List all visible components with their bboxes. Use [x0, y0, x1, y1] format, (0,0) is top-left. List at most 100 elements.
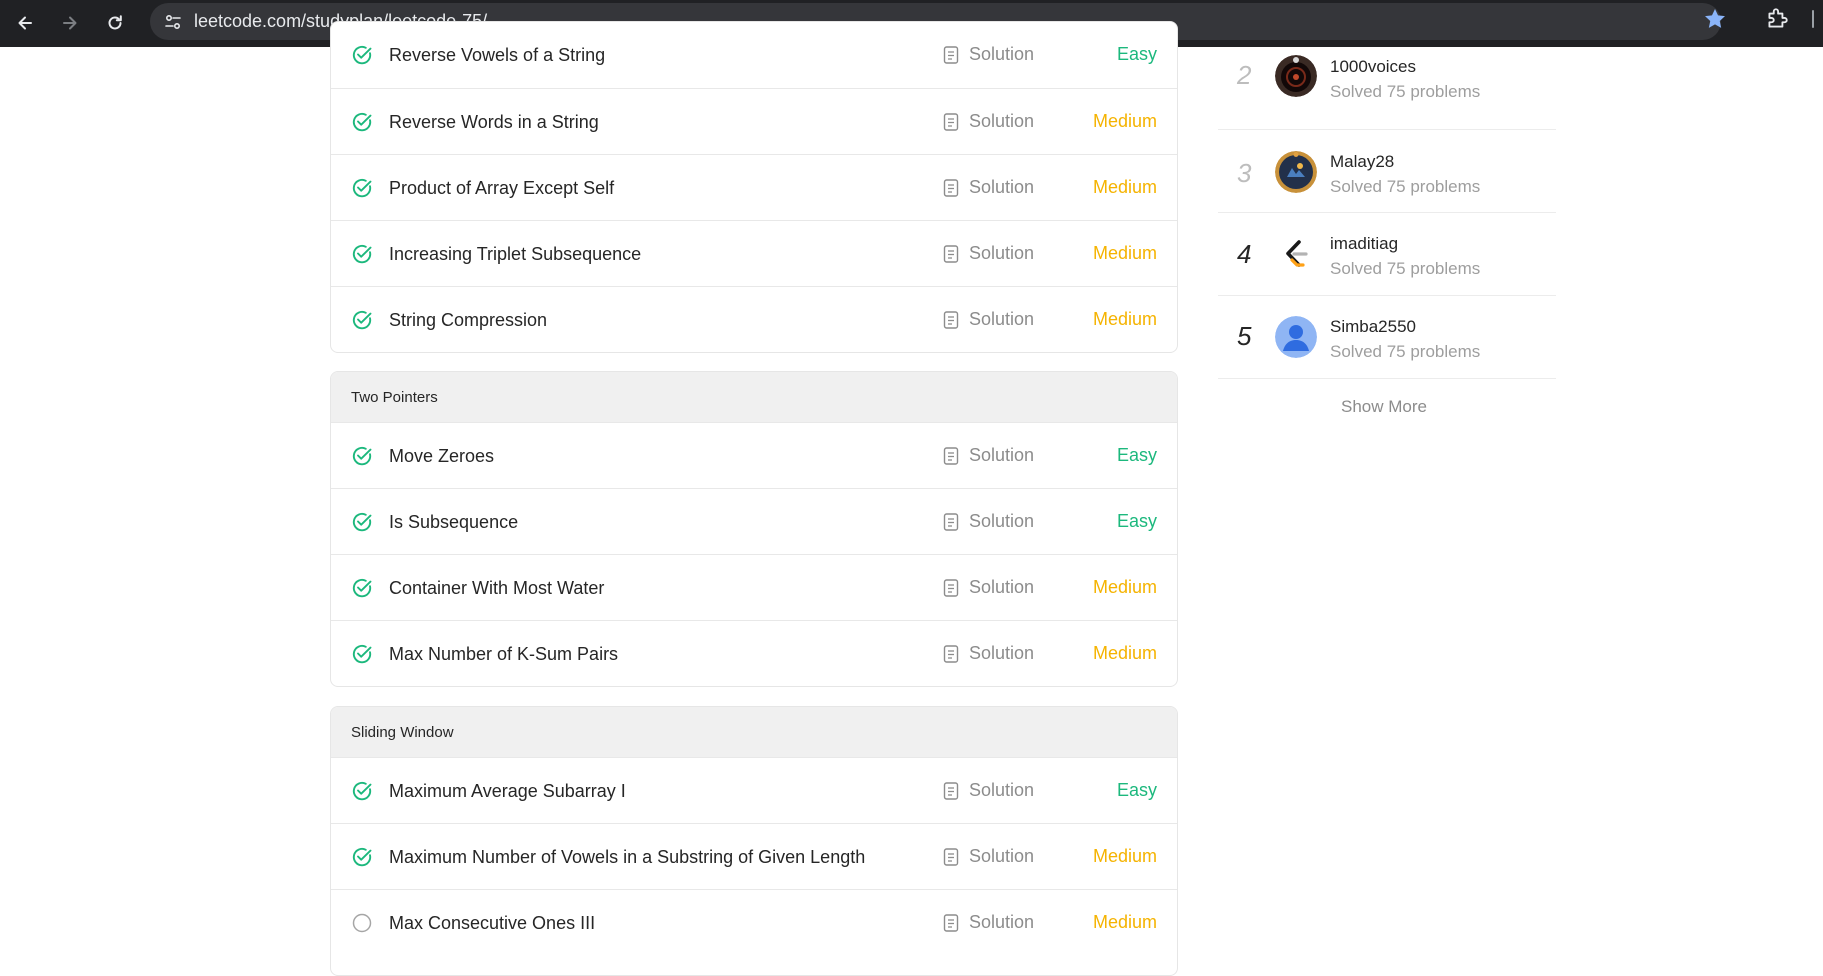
difficulty-label: Medium — [1092, 846, 1157, 866]
problem-title[interactable]: Max Consecutive Ones III — [389, 913, 595, 934]
document-icon — [943, 781, 959, 800]
solution-link[interactable]: Solution — [943, 309, 1034, 330]
solution-label: Solution — [969, 111, 1035, 131]
solution-label: Solution — [969, 511, 1035, 531]
document-icon — [943, 112, 959, 131]
leaderboard-entry[interactable]: 4 imaditiag Solved 75 problems — [1218, 213, 1556, 296]
solution-label: Solution — [969, 445, 1035, 465]
site-settings-icon[interactable] — [163, 12, 183, 32]
solution-label: Solution — [969, 243, 1035, 263]
problem-title[interactable]: String Compression — [389, 310, 547, 331]
rank-number: 2 — [1237, 60, 1252, 90]
problem-row[interactable]: Is Subsequence Solution Easy — [331, 488, 1177, 554]
document-icon — [943, 578, 959, 597]
solution-link[interactable]: Solution — [943, 643, 1034, 664]
document-icon — [943, 45, 959, 64]
problem-row[interactable]: Reverse Vowels of a String Solution Easy — [331, 22, 1177, 88]
show-more-button[interactable]: Show More — [1341, 397, 1427, 417]
solution-link[interactable]: Solution — [943, 44, 1034, 65]
problem-row[interactable]: String Compression Solution Medium — [331, 286, 1177, 352]
solved-count: Solved 75 problems — [1330, 342, 1481, 361]
default-user-avatar[interactable] — [1275, 316, 1317, 358]
solution-link[interactable]: Solution — [943, 177, 1034, 198]
solved-count: Solved 75 problems — [1330, 177, 1481, 196]
difficulty-label: Medium — [1092, 643, 1157, 663]
problem-row[interactable]: Reverse Words in a String Solution Mediu… — [331, 88, 1177, 154]
problem-title[interactable]: Is Subsequence — [389, 512, 518, 533]
difficulty-label: Easy — [1116, 44, 1157, 64]
difficulty-label: Easy — [1116, 445, 1157, 465]
dark-orb-avatar[interactable] — [1275, 55, 1317, 97]
document-icon — [943, 644, 959, 663]
problem-row[interactable]: Maximum Average Subarray I Solution Easy — [331, 757, 1177, 823]
document-icon — [943, 847, 959, 866]
solved-check-icon — [352, 644, 372, 664]
document-icon — [943, 178, 959, 197]
problem-row[interactable]: Move Zeroes Solution Easy — [331, 422, 1177, 488]
solution-link[interactable]: Solution — [943, 511, 1034, 532]
difficulty-label: Medium — [1092, 111, 1157, 131]
solved-count: Solved 75 problems — [1330, 259, 1481, 278]
solution-label: Solution — [969, 577, 1035, 597]
problem-title[interactable]: Maximum Number of Vowels in a Substring … — [389, 847, 865, 868]
username[interactable]: Simba2550 — [1330, 317, 1416, 337]
leaderboard-entry[interactable]: 2 1000voices Solved 75 problems — [1218, 47, 1556, 130]
leaderboard-entry[interactable]: 3 Malay28 Solved 75 problems — [1218, 130, 1556, 213]
username[interactable]: imaditiag — [1330, 234, 1398, 254]
problem-row[interactable]: Max Consecutive Ones III Solution Medium — [331, 889, 1177, 955]
username[interactable]: Malay28 — [1330, 152, 1394, 172]
problem-title[interactable]: Product of Array Except Self — [389, 178, 614, 199]
bookmark-star-icon[interactable] — [1702, 6, 1728, 32]
problem-row[interactable]: Increasing Triplet Subsequence Solution … — [331, 220, 1177, 286]
problem-title[interactable]: Max Number of K-Sum Pairs — [389, 644, 618, 665]
rank-number: 3 — [1237, 158, 1252, 188]
reload-icon[interactable] — [98, 6, 132, 40]
solution-label: Solution — [969, 177, 1035, 197]
difficulty-label: Easy — [1116, 511, 1157, 531]
document-icon — [943, 446, 959, 465]
forward-arrow-icon[interactable] — [53, 6, 87, 40]
solved-check-icon — [352, 178, 372, 198]
problem-row[interactable]: Maximum Number of Vowels in a Substring … — [331, 823, 1177, 889]
problem-group-card: Two Pointers Move Zeroes Solution Easy I… — [330, 371, 1178, 687]
leaderboard-entry[interactable]: 5 Simba2550 Solved 75 problems — [1218, 296, 1556, 379]
badge-avatar[interactable] — [1275, 151, 1317, 193]
problem-title[interactable]: Maximum Average Subarray I — [389, 781, 626, 802]
rank-number: 5 — [1237, 321, 1252, 351]
problem-title[interactable]: Reverse Vowels of a String — [389, 45, 605, 66]
solution-link[interactable]: Solution — [943, 445, 1034, 466]
solution-link[interactable]: Solution — [943, 111, 1034, 132]
difficulty-label: Medium — [1092, 243, 1157, 263]
problem-group-card: Reverse Vowels of a String Solution Easy… — [330, 21, 1178, 353]
solved-check-icon — [352, 244, 372, 264]
solution-label: Solution — [969, 643, 1035, 663]
solution-link[interactable]: Solution — [943, 243, 1034, 264]
solution-label: Solution — [969, 780, 1035, 800]
browser-menu-icon[interactable] — [1812, 10, 1814, 28]
extensions-icon[interactable] — [1764, 6, 1790, 32]
solved-check-icon — [352, 781, 372, 801]
difficulty-label: Medium — [1092, 309, 1157, 329]
solved-count: Solved 75 problems — [1330, 82, 1481, 101]
problem-title[interactable]: Container With Most Water — [389, 578, 604, 599]
solution-link[interactable]: Solution — [943, 577, 1034, 598]
group-header: Sliding Window — [331, 707, 1177, 757]
solution-link[interactable]: Solution — [943, 912, 1034, 933]
solution-link[interactable]: Solution — [943, 846, 1034, 867]
difficulty-label: Medium — [1092, 177, 1157, 197]
solved-check-icon — [352, 847, 372, 867]
back-arrow-icon[interactable] — [8, 6, 42, 40]
problem-title[interactable]: Move Zeroes — [389, 446, 494, 467]
problem-title[interactable]: Increasing Triplet Subsequence — [389, 244, 641, 265]
problem-group-card: Sliding Window Maximum Average Subarray … — [330, 706, 1178, 976]
problem-row[interactable]: Product of Array Except Self Solution Me… — [331, 154, 1177, 220]
leetcode-logo-avatar[interactable] — [1275, 233, 1317, 275]
solved-check-icon — [352, 512, 372, 532]
problem-row[interactable]: Max Number of K-Sum Pairs Solution Mediu… — [331, 620, 1177, 686]
document-icon — [943, 310, 959, 329]
solution-link[interactable]: Solution — [943, 780, 1034, 801]
problem-row[interactable]: Container With Most Water Solution Mediu… — [331, 554, 1177, 620]
problem-title[interactable]: Reverse Words in a String — [389, 112, 599, 133]
username[interactable]: 1000voices — [1330, 57, 1416, 77]
difficulty-label: Easy — [1116, 780, 1157, 800]
